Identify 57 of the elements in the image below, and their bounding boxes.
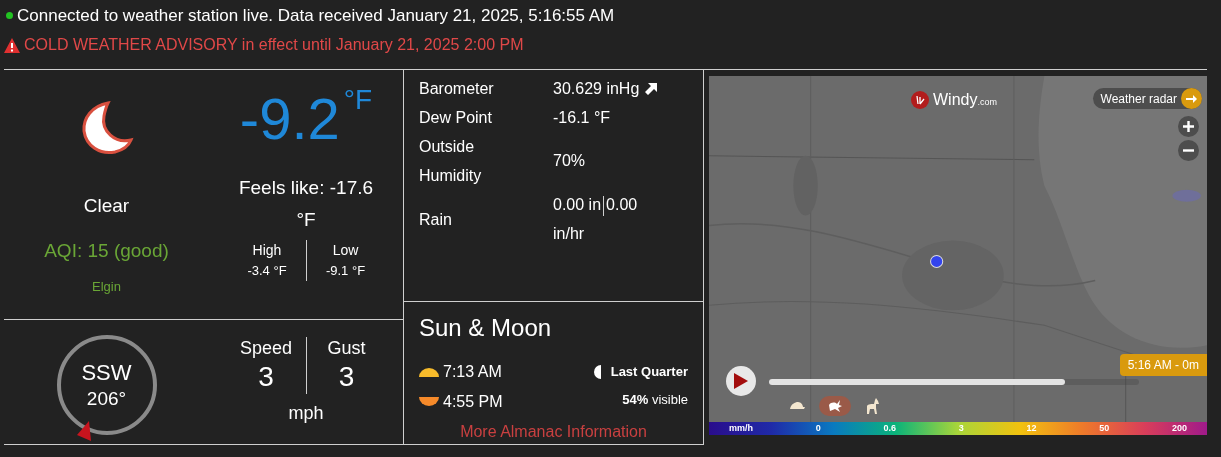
warning-icon bbox=[4, 37, 20, 53]
logo-icon bbox=[915, 95, 925, 105]
weather-advisory: COLD WEATHER ADVISORY in effect until January 21, 2025 2:00 PM bbox=[24, 35, 524, 55]
turtle-icon bbox=[789, 401, 805, 411]
legend-label: 3 bbox=[958, 422, 964, 435]
legend-label: 12 bbox=[1026, 422, 1037, 435]
wind-degrees: 206° bbox=[86, 386, 127, 411]
legend-label: 50 bbox=[1099, 422, 1110, 435]
reading-value: 0.00 in 0.00 in/hr bbox=[553, 194, 639, 244]
extreme-value: -9.1 °F bbox=[325, 262, 366, 280]
extreme-label: High bbox=[252, 241, 282, 260]
feels-like-label: Feels like: -17.6 °F bbox=[237, 176, 375, 232]
sunrise-icon bbox=[419, 367, 439, 377]
moon-visibility: 54% visible bbox=[622, 390, 688, 409]
wind-pointer-icon bbox=[76, 421, 93, 441]
goat-icon bbox=[866, 398, 880, 414]
extreme-value: -3.4 °F bbox=[247, 262, 287, 280]
reading-label: Outside Humidity bbox=[419, 137, 483, 186]
moon-icon bbox=[79, 100, 134, 156]
legend-label: 200 bbox=[1171, 422, 1187, 435]
sunset-icon bbox=[419, 397, 439, 407]
rabbit-icon bbox=[827, 399, 843, 413]
wind-measure-label: Gust bbox=[327, 336, 366, 360]
connection-status: Connected to weather station live. Data received January 21, 2025, 5:16:55 AM bbox=[17, 4, 615, 27]
play-icon bbox=[734, 373, 748, 389]
temperature-unit: °F bbox=[343, 86, 373, 114]
wind-measure-label: Speed bbox=[239, 336, 293, 360]
extreme-label: Low bbox=[332, 241, 359, 260]
legend-label: 0.6 bbox=[883, 422, 896, 435]
condition-label: Clear bbox=[83, 194, 130, 218]
arrow-up-right-icon bbox=[645, 82, 658, 95]
aqi-label: AQI: 15 (good) bbox=[44, 238, 169, 263]
wind-unit: mph bbox=[288, 402, 324, 426]
reading-label: Rain bbox=[419, 209, 453, 230]
reading-value: -16.1 °F bbox=[553, 107, 611, 128]
section-title: Sun & Moon bbox=[419, 313, 553, 343]
plus-icon bbox=[1183, 121, 1194, 132]
time-tooltip: 5:16 AM - 0m bbox=[1119, 354, 1207, 376]
location-label: Elgin bbox=[92, 278, 121, 296]
moon-phase: Last Quarter bbox=[610, 363, 688, 381]
sun-time: 7:13 AM bbox=[443, 362, 502, 382]
reading-value: 30.629 inHg bbox=[553, 78, 640, 99]
wind-direction: SSW bbox=[81, 359, 132, 387]
weather-radar-button[interactable]: Weather radar bbox=[1092, 88, 1202, 109]
half-moon-icon bbox=[592, 364, 601, 379]
reading-label: Dew Point bbox=[419, 108, 493, 128]
legend-label: mm/h bbox=[729, 422, 753, 435]
reading-value: 70% bbox=[553, 151, 586, 171]
wind-measure-value: 3 bbox=[338, 360, 355, 395]
minus-icon bbox=[1183, 149, 1194, 152]
wind-measure-value: 3 bbox=[258, 360, 274, 395]
sun-time: 4:55 PM bbox=[443, 392, 503, 412]
logo-text: Windy.com bbox=[933, 90, 997, 110]
reading-label: Barometer bbox=[419, 79, 495, 99]
legend-label: 0 bbox=[815, 422, 821, 435]
temperature-value: -9.2 bbox=[239, 90, 340, 148]
speed-button[interactable] bbox=[819, 396, 851, 416]
